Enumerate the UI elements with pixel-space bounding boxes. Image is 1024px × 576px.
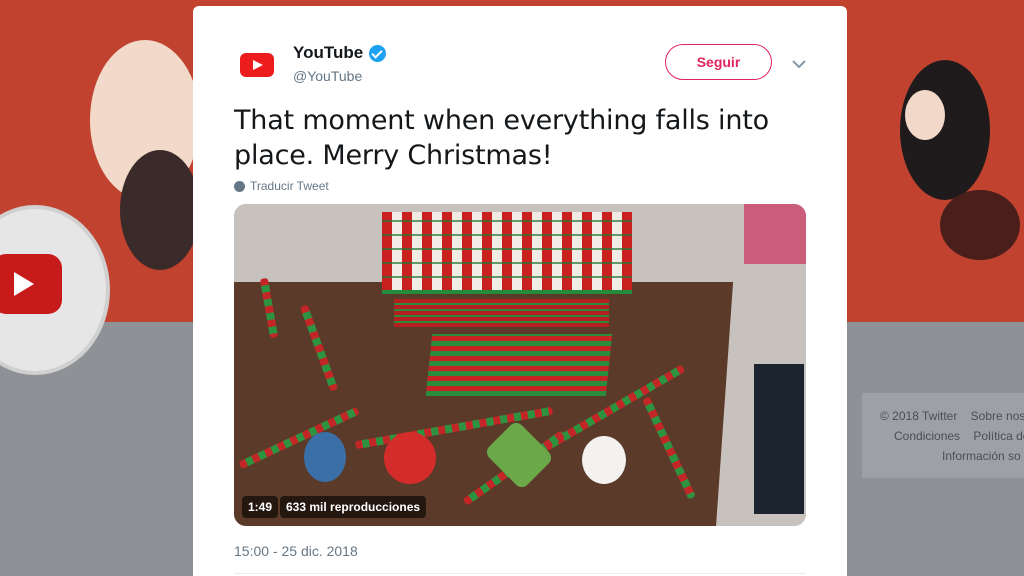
video-elf-figure (304, 432, 346, 482)
video-domino-wall (382, 212, 632, 294)
translate-label: Traducir Tweet (250, 179, 329, 193)
video-player[interactable]: 1:49 633 mil reproducciones (234, 204, 806, 526)
author-name-row[interactable]: YouTube (293, 43, 387, 63)
banner-illustration-legs-right (940, 190, 1020, 260)
youtube-logo-icon (240, 53, 274, 77)
video-chair (754, 364, 804, 514)
footer-link-privacy[interactable]: Política de (973, 429, 1024, 443)
video-domino-stripe (394, 299, 609, 327)
divider (234, 573, 806, 574)
youtube-logo-icon (0, 254, 62, 314)
chevron-down-icon[interactable] (791, 56, 807, 72)
video-santa-figure (384, 432, 436, 484)
banner-illustration-face-right (905, 90, 945, 140)
author-avatar[interactable] (235, 43, 279, 87)
footer-link-info[interactable]: Información so (942, 449, 1021, 463)
banner-illustration-figure-left-body (120, 150, 200, 270)
video-domino-block (425, 334, 613, 396)
tweet-timestamp[interactable]: 15:00 - 25 dic. 2018 (234, 543, 358, 559)
sidebar-footer-card: © 2018 Twitter Sobre nos Condiciones Pol… (862, 393, 1024, 478)
globe-icon (234, 180, 245, 192)
follow-button[interactable]: Seguir (665, 44, 772, 80)
footer-copyright: © 2018 Twitter (880, 409, 958, 423)
footer-link-terms[interactable]: Condiciones (894, 429, 960, 443)
video-views-badge: 633 mil reproducciones (280, 496, 427, 518)
verified-badge-icon (369, 44, 387, 62)
tweet-modal: YouTube @YouTube Seguir That moment when… (193, 6, 847, 576)
author-name[interactable]: YouTube (293, 43, 363, 63)
tweet-text: That moment when everything falls into p… (234, 105, 769, 171)
video-duration-badge: 1:49 (242, 496, 279, 518)
footer-link-about[interactable]: Sobre nos (971, 409, 1024, 423)
video-reindeer-figure (582, 436, 626, 484)
translate-tweet-link[interactable]: Traducir Tweet (234, 179, 329, 193)
author-handle[interactable]: @YouTube (293, 68, 362, 84)
video-pink-box (744, 204, 806, 264)
